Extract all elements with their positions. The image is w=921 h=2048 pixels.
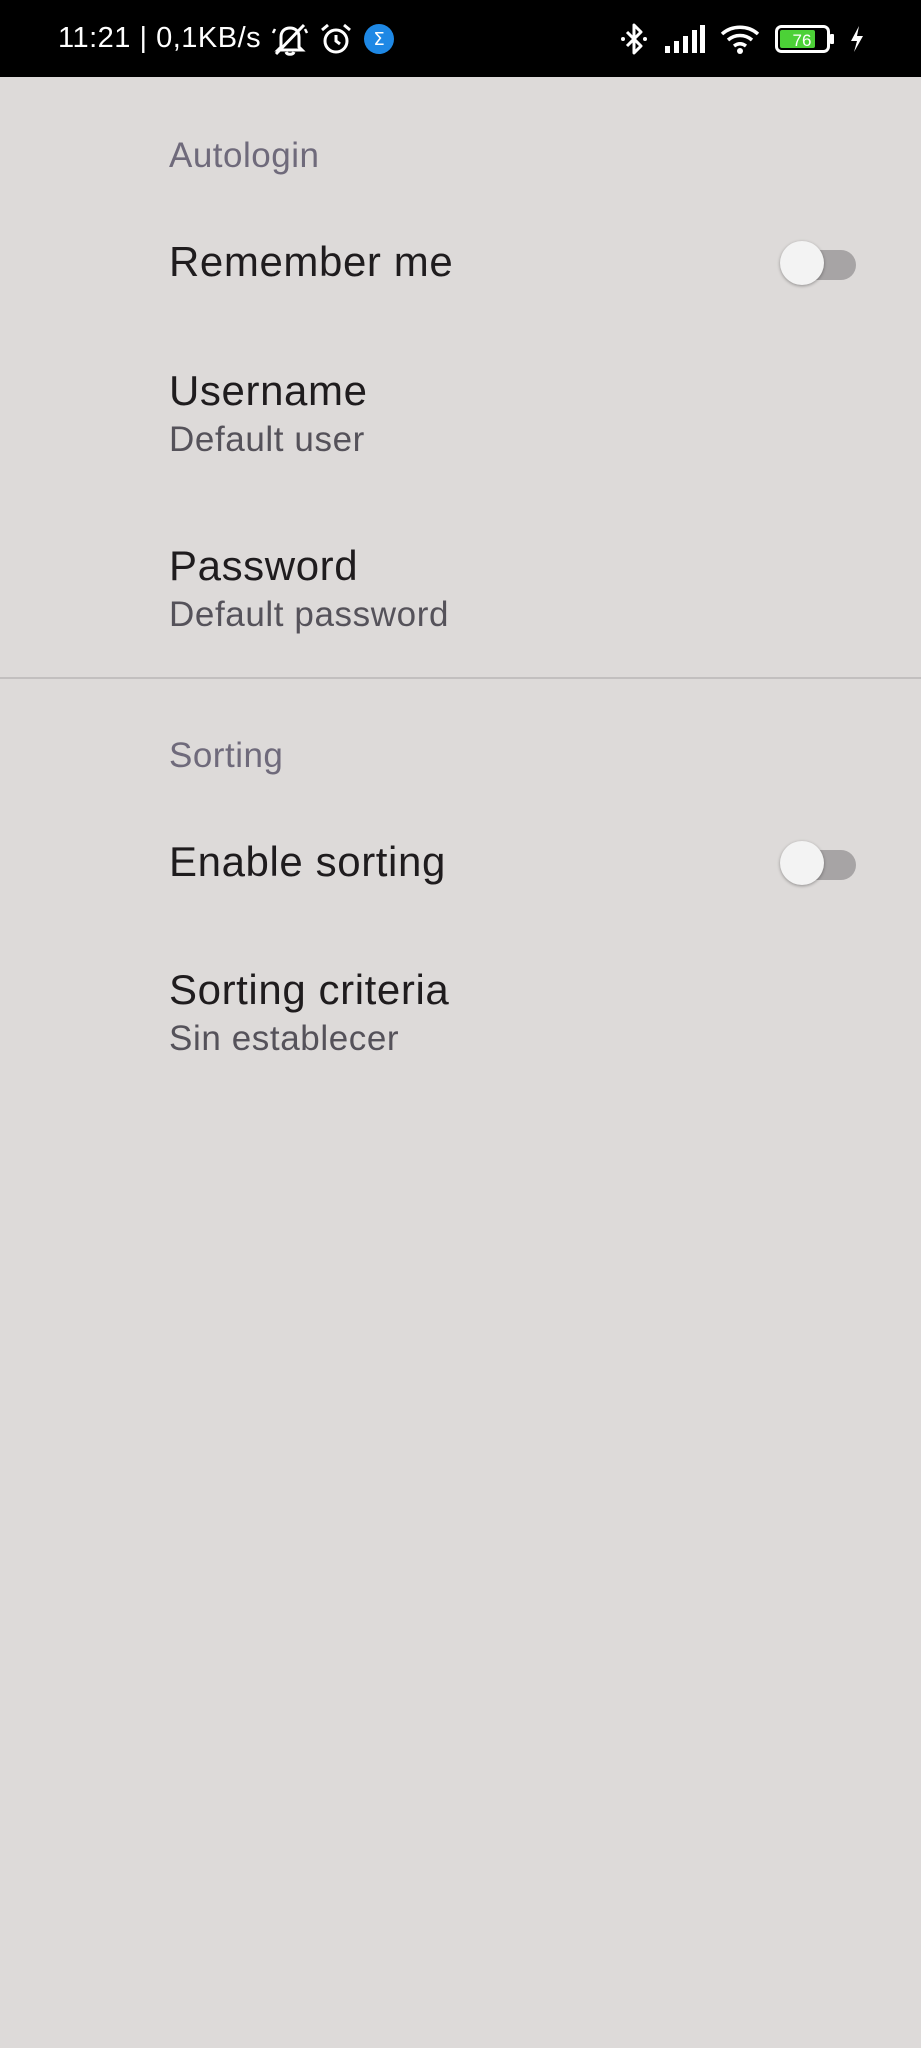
remember-me-switch[interactable] — [780, 241, 858, 285]
switch-thumb — [780, 241, 824, 285]
sigma-app-icon: Σ — [364, 23, 395, 54]
enable-sorting-switch[interactable] — [780, 841, 858, 885]
charging-icon — [851, 25, 863, 52]
battery-level: 76 — [793, 31, 812, 50]
battery-icon: 76 — [775, 24, 834, 53]
bluetooth-icon — [621, 23, 647, 54]
remember-me-title: Remember me — [169, 238, 454, 285]
status-time: 11:21 | 0,1KB/s — [58, 22, 262, 54]
section-divider — [0, 677, 921, 679]
wifi-icon — [720, 25, 760, 54]
status-right: 76 — [619, 0, 865, 77]
status-left: 11:21 | 0,1KB/s Σ — [58, 0, 395, 77]
bell-off-icon — [272, 23, 309, 56]
password-summary: Default password — [169, 595, 450, 634]
username-summary: Default user — [169, 420, 365, 459]
sorting-criteria-summary: Sin establecer — [169, 1019, 400, 1058]
password-title: Password — [169, 542, 359, 589]
sorting-criteria-title: Sorting criteria — [169, 966, 450, 1013]
svg-text:Σ: Σ — [373, 29, 384, 50]
switch-thumb — [780, 841, 824, 885]
enable-sorting-title: Enable sorting — [169, 838, 446, 885]
alarm-icon — [321, 23, 352, 53]
section-header-sorting: Sorting — [169, 736, 284, 775]
status-bar: 11:21 | 0,1KB/s Σ 76 — [0, 0, 921, 77]
section-header-autologin: Autologin — [169, 136, 320, 175]
username-title: Username — [169, 367, 368, 414]
signal-icon — [665, 24, 705, 53]
